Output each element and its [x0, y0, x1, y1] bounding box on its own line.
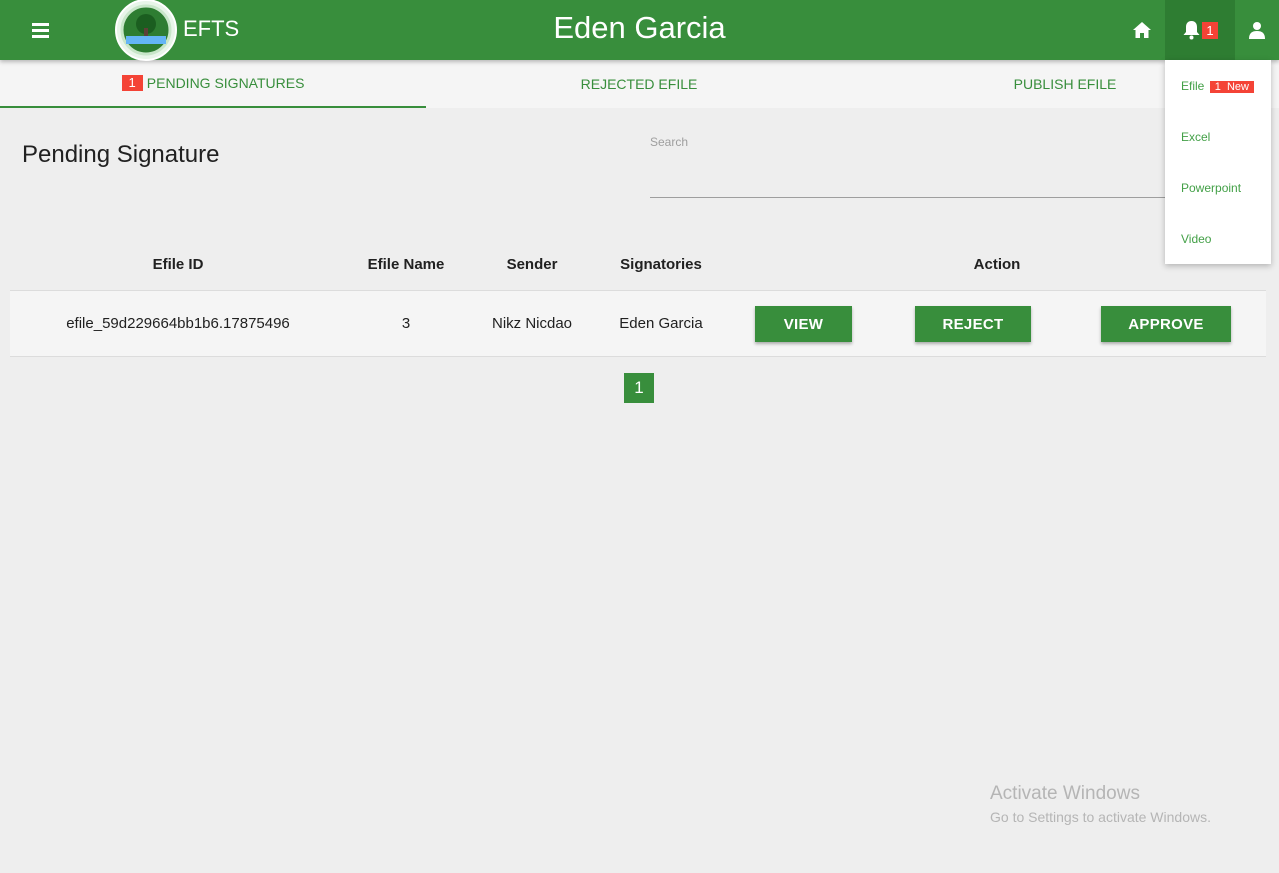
cell-efile-name: 3	[401, 315, 411, 332]
dropdown-item-efile[interactable]: Efile 1 New	[1181, 79, 1254, 93]
pending-signatures-table: Efile ID Efile Name Sender Signatories A…	[10, 238, 1266, 357]
column-header-efile-id: Efile ID	[152, 256, 204, 273]
user-button[interactable]	[1237, 0, 1277, 60]
pagination-page-button[interactable]: 1	[624, 373, 654, 403]
tab-rejected-efile[interactable]: REJECTED EFILE	[426, 60, 852, 108]
column-header-efile-name: Efile Name	[367, 256, 445, 273]
column-header-sender: Sender	[506, 256, 558, 273]
notifications-button[interactable]: 1	[1165, 0, 1235, 60]
new-badge: 1 New	[1209, 81, 1254, 93]
tab-bar: 1 PENDING SIGNATURES REJECTED EFILE PUBL…	[0, 60, 1279, 108]
search-label: Search	[650, 135, 689, 149]
logo-seal	[114, 0, 178, 62]
page-title: Pending Signature	[22, 141, 220, 168]
user-icon	[1249, 22, 1265, 39]
dropdown-item-label: Efile	[1181, 79, 1205, 93]
cell-sender: Nikz Nicdao	[491, 315, 573, 332]
column-header-signatories: Signatories	[620, 256, 702, 273]
dropdown-item-excel[interactable]: Excel	[1181, 130, 1210, 144]
dropdown-item-video[interactable]: Video	[1181, 232, 1211, 246]
bell-icon	[1183, 21, 1200, 40]
app-name: EFTS	[183, 16, 240, 41]
pending-count-badge: 1	[121, 75, 143, 91]
new-count: 1	[1214, 81, 1221, 93]
column-header-action: Action	[973, 256, 1021, 273]
activate-windows-subtitle: Go to Settings to activate Windows.	[990, 809, 1211, 825]
home-button[interactable]	[1122, 0, 1162, 60]
approve-button[interactable]: APPROVE	[1101, 306, 1231, 342]
menu-icon[interactable]	[28, 18, 54, 42]
table-row: efile_59d229664bb1b6.17875496 3 Nikz Nic…	[10, 291, 1266, 357]
activate-windows-title: Activate Windows	[990, 783, 1140, 804]
tab-label: PENDING SIGNATURES	[146, 75, 305, 91]
tab-pending-signatures[interactable]: 1 PENDING SIGNATURES	[0, 60, 426, 108]
new-tag: New	[1226, 81, 1249, 93]
tab-label: REJECTED EFILE	[580, 76, 698, 92]
home-icon	[1133, 22, 1151, 38]
reject-button[interactable]: REJECT	[915, 306, 1031, 342]
notifications-dropdown: Efile 1 New Excel Powerpoint Video	[1165, 60, 1271, 264]
cell-efile-id: efile_59d229664bb1b6.17875496	[66, 315, 290, 332]
notification-count-badge: 1	[1202, 21, 1218, 39]
cell-signatories: Eden Garcia	[619, 315, 703, 332]
dropdown-item-powerpoint[interactable]: Powerpoint	[1181, 181, 1241, 195]
table-header: Efile ID Efile Name Sender Signatories A…	[10, 238, 1266, 291]
search-input[interactable]	[650, 160, 1210, 198]
top-bar: EFTS Eden Garcia 1	[0, 0, 1279, 62]
tab-label: PUBLISH EFILE	[1013, 76, 1117, 92]
view-button[interactable]: VIEW	[755, 306, 852, 342]
